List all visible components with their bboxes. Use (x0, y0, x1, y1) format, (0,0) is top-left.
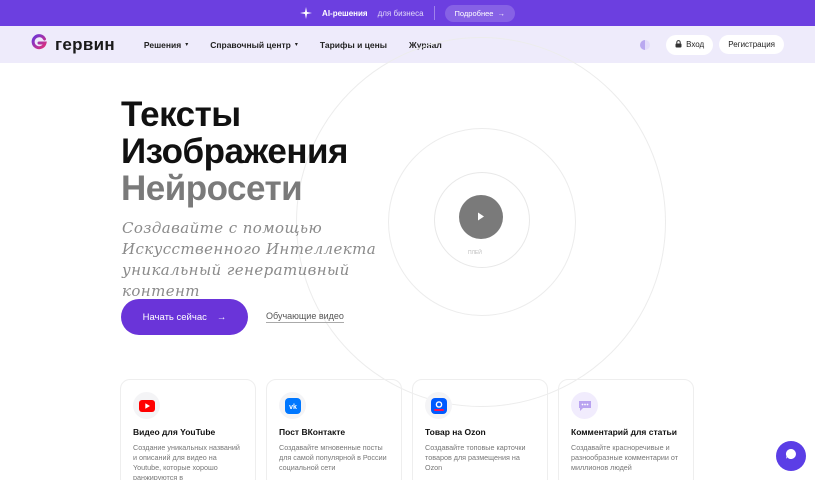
chevron-down-icon: ▾ (294, 42, 298, 48)
login-label: Вход (686, 40, 705, 49)
card-description: Создание уникальных названий и описаний … (133, 443, 240, 480)
promo-more-button[interactable]: Подробнее → (444, 4, 515, 22)
youtube-icon (133, 392, 160, 419)
play-icon (477, 208, 485, 226)
logo-text: гервин (55, 34, 115, 54)
card-title: Пост ВКонтакте (279, 427, 346, 437)
promo-title: AI-решения (322, 8, 368, 18)
chevron-down-icon: ▾ (185, 42, 189, 48)
menu-item-label: Решения (143, 39, 182, 50)
tutorial-videos-link[interactable]: Обучающие видео (266, 311, 344, 323)
main-menu: Решения ▾ Справочный центр ▾ Тарифы и це… (144, 40, 442, 50)
chat-icon (785, 447, 797, 465)
card-description: Создавайте топовые карточки товаров для … (425, 443, 526, 472)
svg-text:vk: vk (289, 404, 297, 411)
ozon-icon (425, 392, 452, 419)
logo[interactable]: гервин (31, 34, 115, 55)
menu-item-pricing[interactable]: Тарифы и цены (320, 40, 387, 50)
feature-cards: Видео для YouTube Создание уникальных на… (120, 379, 694, 480)
hero-subtitle: Создавайте с помощью Искусственного Инте… (122, 219, 377, 300)
hero-line-texts: Тексты (121, 95, 241, 134)
menu-item-help-center[interactable]: Справочный центр ▾ (210, 40, 298, 50)
chat-widget-button[interactable] (776, 441, 806, 471)
start-now-button[interactable]: Начать сейчас → (121, 299, 248, 335)
card-vk[interactable]: vk Пост ВКонтакте Создавайте мгновенные … (266, 379, 402, 480)
theme-toggle-icon[interactable] (640, 39, 651, 50)
card-title: Товар на Ozon (425, 427, 486, 437)
hero-line-neural: Нейросети (121, 169, 303, 208)
menu-item-label: Справочный центр (210, 39, 291, 50)
promo-subtitle: для бизнеса (377, 8, 424, 18)
menu-item-solutions[interactable]: Решения ▾ (144, 40, 188, 50)
card-title: Видео для YouTube (133, 427, 216, 437)
card-youtube[interactable]: Видео для YouTube Создание уникальных на… (120, 379, 256, 480)
sparkle-icon (300, 7, 313, 19)
promo-bar: AI-решения для бизнеса Подробнее → (0, 0, 815, 26)
hero-line-images: Изображения (121, 132, 348, 171)
hero-heading: Тексты Изображения Нейросети (121, 96, 348, 207)
login-button[interactable]: Вход (666, 34, 714, 55)
card-ozon[interactable]: Товар на Ozon Создавайте топовые карточк… (412, 379, 548, 480)
register-button[interactable]: Регистрация (719, 35, 784, 54)
play-video-button[interactable] (459, 195, 503, 239)
card-description: Создавайте мгновенные посты для самой по… (279, 443, 387, 472)
register-label: Регистрация (728, 40, 775, 49)
arrow-right-icon: → (216, 311, 227, 323)
promo-divider (433, 6, 435, 20)
lock-icon (675, 39, 682, 50)
promo-more-label: Подробнее (454, 8, 494, 18)
play-caption: ПЛЕЙ (468, 250, 482, 256)
nav-actions: Вход Регистрация (640, 34, 784, 55)
vk-icon: vk (279, 392, 306, 419)
start-now-label: Начать сейчас (142, 311, 207, 323)
arrow-right-icon: → (497, 8, 505, 18)
comment-icon (571, 392, 598, 419)
logo-icon (31, 34, 47, 55)
card-description: Создавайте красноречивые и разнообразные… (571, 443, 679, 472)
card-comment[interactable]: Комментарий для статьи Создавайте красно… (558, 379, 694, 480)
menu-item-label: Тарифы и цены (319, 39, 388, 50)
card-title: Комментарий для статьи (571, 427, 677, 437)
